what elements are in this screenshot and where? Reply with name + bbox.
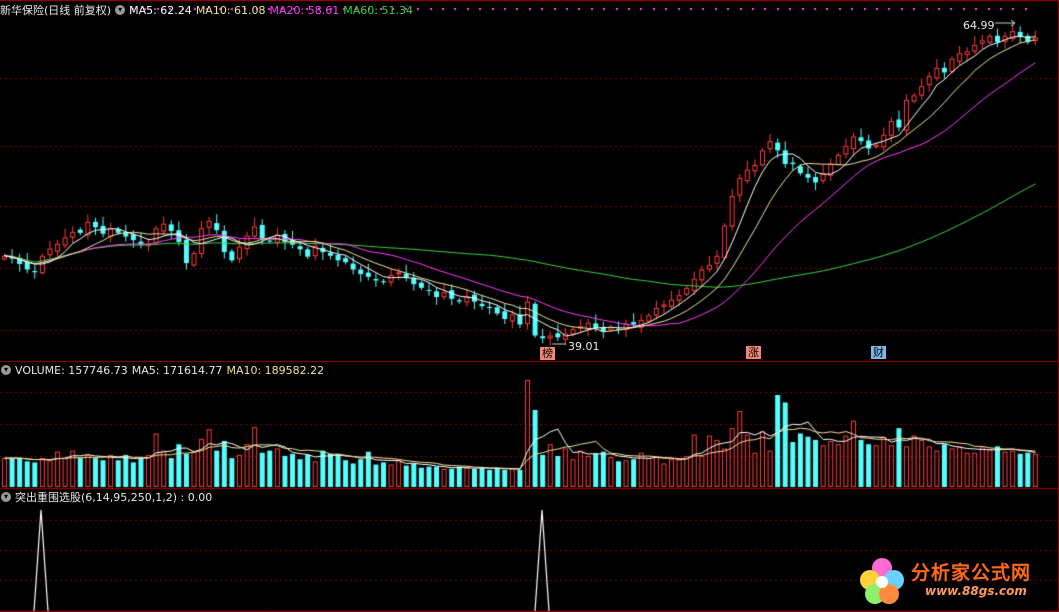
volume-ma10-value: MA10: 189582.22 (226, 363, 325, 377)
volume-value: VOLUME: 157746.73 (15, 363, 128, 377)
watermark-url: www.88gs.com (925, 584, 1027, 598)
flower-logo-icon (860, 558, 904, 604)
chart-canvas[interactable] (0, 0, 1059, 612)
collapse-toggle-icon[interactable]: ▾ (115, 5, 126, 15)
low-price-label: 39.01 (568, 340, 600, 353)
indicator-value: 突出重围选股(6,14,95,250,1,2) : 0.00 (15, 491, 213, 504)
event-tag-zhang[interactable]: 涨 (746, 346, 761, 359)
watermark-brand: 分析家公式网 (911, 562, 1032, 584)
main-chart-header: 新华保险(日线 前复权) ▾ MA5: 62.24 MA10: 61.08 MA… (0, 1, 413, 19)
high-price-label: 64.99 (963, 19, 995, 32)
watermark: 分析家公式网 www.88gs.com (855, 556, 1051, 606)
volume-panel-header: ▾ VOLUME: 157746.73 MA5: 171614.77 MA10:… (1, 361, 324, 379)
volume-toggle-icon[interactable]: ▾ (1, 365, 11, 375)
indicator-toggle-icon[interactable]: ▾ (1, 492, 11, 502)
event-tag-bang[interactable]: 榜 (540, 347, 555, 360)
indicator-panel-header: ▾ 突出重围选股(6,14,95,250,1,2) : 0.00 (1, 488, 212, 506)
volume-ma5-value: MA5: 171614.77 (131, 363, 223, 377)
ma5-value: MA5: 62.24 (129, 3, 192, 17)
ma20-value: MA20: 58.61 (269, 3, 340, 17)
event-tag-cai[interactable]: 财 (871, 346, 886, 359)
ma60-value: MA60: 51.34 (343, 3, 413, 17)
ma10-value: MA10: 61.08 (195, 3, 266, 17)
stock-title: 新华保险(日线 前复权) (0, 4, 112, 17)
